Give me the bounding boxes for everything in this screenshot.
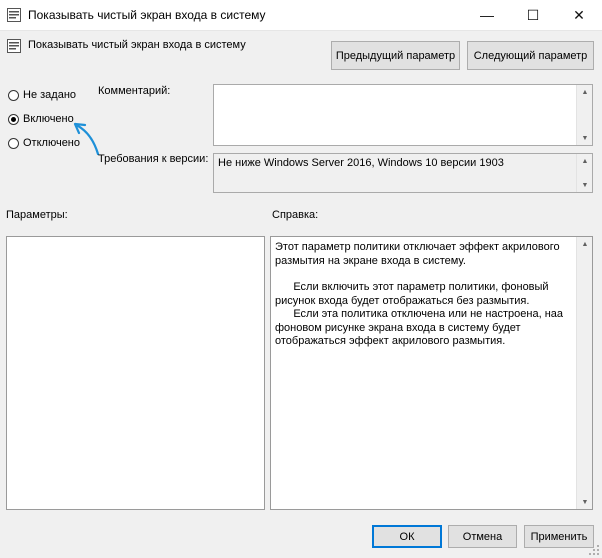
policy-name: Показывать чистый экран входа в систему (28, 39, 246, 51)
radio-not-configured[interactable]: Не задано (8, 89, 76, 101)
help-label: Справка: (272, 209, 319, 221)
radio-not-configured-dot[interactable] (8, 89, 19, 101)
help-panel: Этот параметр политики отключает эффект … (270, 236, 593, 510)
version-value: Не ниже Windows Server 2016, Windows 10 … (218, 157, 504, 169)
radio-not-configured-label: Не задано (23, 89, 77, 101)
help-paragraph: Этот параметр политики отключает эффект … (275, 241, 560, 267)
maximize-button[interactable]: ☐ (510, 0, 556, 30)
apply-button[interactable]: Применить (524, 525, 594, 548)
help-scrollbar[interactable]: ▲ ▼ (576, 237, 592, 509)
ok-button[interactable]: ОК (372, 525, 442, 548)
close-button[interactable]: ✕ (556, 0, 602, 30)
minimize-icon: — (480, 7, 494, 23)
window-title: Показывать чистый экран входа в систему (28, 8, 266, 22)
scroll-down-icon[interactable]: ▼ (577, 495, 593, 509)
radio-enabled[interactable]: Включено (8, 113, 74, 125)
scroll-down-icon[interactable]: ▼ (577, 178, 593, 192)
scroll-up-icon[interactable]: ▲ (577, 237, 593, 251)
version-scrollbar[interactable]: ▲ ▼ (576, 154, 592, 192)
params-label: Параметры: (6, 209, 68, 221)
minimize-button[interactable]: — (464, 0, 510, 30)
params-panel (6, 236, 265, 510)
radio-disabled-dot[interactable] (8, 137, 19, 149)
maximize-icon: ☐ (526, 6, 540, 23)
version-field[interactable]: Не ниже Windows Server 2016, Windows 10 … (213, 153, 593, 193)
scroll-up-icon[interactable]: ▲ (577, 85, 593, 99)
scroll-down-icon[interactable]: ▼ (577, 131, 593, 145)
scroll-up-icon[interactable]: ▲ (577, 154, 593, 168)
comment-label: Комментарий: (98, 85, 171, 97)
radio-enabled-dot[interactable] (8, 113, 19, 125)
comment-scrollbar[interactable]: ▲ ▼ (576, 85, 592, 145)
comment-field[interactable]: ▲ ▼ (213, 84, 593, 146)
title-bar[interactable]: Показывать чистый экран входа в систему … (0, 0, 602, 31)
resize-grip-icon[interactable] (588, 544, 600, 556)
help-text: Этот параметр политики отключает эффект … (275, 241, 571, 349)
help-paragraph (275, 268, 571, 281)
radio-enabled-label: Включено (23, 113, 74, 125)
next-setting-button[interactable]: Следующий параметр (467, 41, 594, 70)
version-label: Требования к версии: (98, 153, 209, 165)
help-paragraph: Если эта политика отключена или не настр… (275, 308, 567, 347)
previous-setting-button[interactable]: Предыдущий параметр (331, 41, 460, 70)
cancel-button[interactable]: Отмена (448, 525, 517, 548)
settings-policy-icon (7, 8, 21, 22)
settings-policy-icon (7, 39, 21, 53)
help-paragraph: Если включить этот параметр политики, фо… (275, 281, 552, 307)
close-icon: ✕ (573, 6, 585, 23)
